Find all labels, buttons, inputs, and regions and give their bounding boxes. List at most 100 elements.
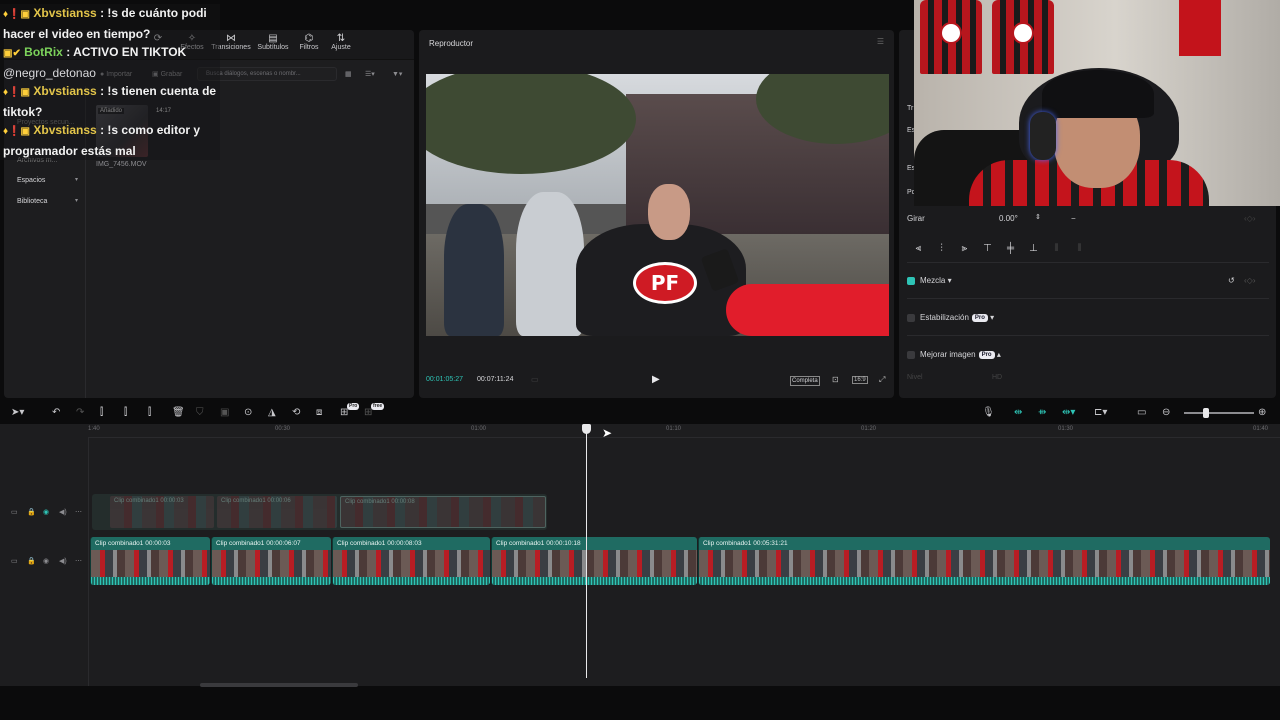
freeze-icon[interactable]: ▣ — [220, 407, 229, 418]
rotate-reset-icon[interactable]: − — [1071, 214, 1076, 223]
pro-badge: Pro — [347, 403, 360, 410]
fullscreen-icon[interactable]: ⤢ — [879, 375, 885, 385]
align-bottom-icon[interactable]: ⊥ — [1022, 243, 1045, 254]
rotate-label: Girar — [907, 214, 925, 223]
distribute-v-icon[interactable]: ⫴ — [1068, 243, 1091, 254]
clip-waveform — [333, 577, 490, 585]
keyframe-icon[interactable]: ‹◇› — [1244, 276, 1255, 285]
playhead[interactable] — [586, 428, 587, 678]
horizontal-scrollbar[interactable] — [200, 683, 358, 687]
lock-icon[interactable]: 🔒 — [27, 557, 36, 565]
snapshot-icon[interactable]: ⊡ — [832, 375, 839, 384]
overlay-clip[interactable]: Clip combinado1 00:00:03 — [110, 496, 214, 528]
ruler-tick: 01:10 — [666, 426, 682, 432]
enhance-toggle[interactable]: Mejorar imagen Pro ▴ — [907, 350, 1001, 359]
rotate-icon[interactable]: ⟲ — [292, 407, 300, 418]
distribute-h-icon[interactable]: ⫴ — [1045, 243, 1068, 254]
enhance-label: Mejorar imagen — [920, 350, 976, 359]
clip-frames — [212, 550, 331, 577]
align-left-icon[interactable]: ⫷ — [907, 243, 930, 254]
clip-label: Clip combinado1 00:00:08:03 — [337, 540, 422, 547]
microphone-icon[interactable]: 🎙 — [982, 407, 995, 418]
menu-icon[interactable]: ☰ — [877, 37, 884, 46]
zoom-out-icon[interactable]: ⊖ — [1162, 407, 1170, 418]
free-badge: free — [371, 403, 385, 410]
adjust-button[interactable]: ⇅ Ajuste — [319, 33, 363, 51]
clip-frames — [91, 550, 210, 577]
fit-mode-button[interactable]: Completa — [790, 376, 820, 386]
reset-icon[interactable]: ↺ — [1228, 276, 1235, 285]
rotate-input[interactable]: 0.00° — [999, 214, 1018, 223]
audio-icon[interactable]: ◀) — [59, 557, 67, 565]
ruler-tick: 01:20 — [861, 426, 877, 432]
main-clip[interactable]: Clip combinado1 00:00:06:07 — [211, 537, 331, 585]
video-preview[interactable]: PF — [426, 74, 889, 336]
lock-icon[interactable]: 🔒 — [27, 508, 36, 516]
align-top-icon[interactable]: ⊤ — [976, 243, 999, 254]
main-clip[interactable]: Clip combinado1 00:00:10:18 — [491, 537, 697, 585]
zoom-slider-handle[interactable] — [1203, 408, 1209, 418]
main-clip[interactable]: Clip combinado1 00:00:08:03 — [332, 537, 490, 585]
split-icon[interactable]: ⫿ — [100, 407, 103, 418]
split-right-icon[interactable]: ⫿ — [148, 407, 151, 418]
zoom-slider[interactable] — [1184, 412, 1254, 414]
audio-icon[interactable]: ◀) — [59, 508, 67, 516]
filter-icon[interactable]: ▼▾ — [388, 68, 406, 82]
snap-icon[interactable]: ⇻ — [1038, 407, 1046, 418]
chat-username: Xbvstianss — [33, 6, 97, 20]
align-right-icon[interactable]: ⫸ — [953, 243, 976, 254]
eye-icon[interactable]: ◉ — [43, 508, 49, 516]
redo-icon[interactable]: ↷ — [76, 407, 84, 418]
align-middle-icon[interactable]: ╪ — [999, 243, 1022, 254]
checkbox-unchecked[interactable] — [907, 350, 915, 359]
eye-icon[interactable]: ◉ — [43, 557, 49, 565]
link-clips-icon[interactable]: ⇹ — [1014, 407, 1022, 418]
track-cover-icon[interactable]: ▭ — [11, 508, 18, 516]
select-tool-icon[interactable]: ➤▾ — [11, 407, 24, 418]
chat-username: BotRix — [24, 45, 63, 59]
shield-icon[interactable]: ⛉ — [196, 407, 204, 418]
more-icon[interactable]: ⋯ — [75, 508, 82, 516]
timeline-panel: 1:40 00:30 01:00 01:10 01:20 01:30 01:40… — [0, 424, 1280, 686]
sidebar-item-library[interactable]: Biblioteca ▾ — [12, 194, 82, 209]
grid-view-icon[interactable]: ▦ — [341, 68, 356, 82]
align-center-icon[interactable]: ⫶ — [930, 243, 953, 254]
blend-toggle[interactable]: Mezcla ▾ — [907, 276, 952, 285]
current-timecode: 00:01:05:27 — [426, 376, 463, 383]
more-icon[interactable]: ⋯ — [75, 557, 82, 565]
clip-waveform — [91, 577, 210, 585]
checkbox-checked[interactable] — [907, 276, 915, 285]
hd-select[interactable]: HD — [992, 374, 1002, 381]
play-reverse-icon[interactable]: ⊙ — [244, 407, 252, 418]
thumb-filename: IMG_7456.MOV — [96, 161, 147, 168]
sidebar-item-spaces[interactable]: Espacios ▾ — [12, 173, 82, 188]
tool-label: Subtítulos — [257, 44, 289, 51]
blend-label: Mezcla — [920, 276, 946, 285]
caption-icon[interactable]: ▭ — [1137, 407, 1146, 418]
undo-icon[interactable]: ↶ — [52, 407, 60, 418]
track-options-icon[interactable]: ⊏▾ — [1094, 407, 1107, 418]
zoom-in-icon[interactable]: ⊕ — [1258, 407, 1266, 418]
timecode-toggle-icon[interactable]: ▭ — [531, 375, 539, 384]
track-cover-icon[interactable]: ▭ — [11, 557, 18, 565]
delete-icon[interactable]: 🗑 — [172, 407, 185, 418]
jersey-badge — [1012, 22, 1034, 44]
stepper-icon[interactable]: ⇕ — [1035, 213, 1041, 221]
stabilization-toggle[interactable]: Estabilización Pro ▾ — [907, 313, 994, 322]
split-left-icon[interactable]: ⫿ — [124, 407, 127, 418]
time-ruler[interactable]: 1:40 00:30 01:00 01:10 01:20 01:30 01:40 — [88, 424, 1280, 438]
main-clip[interactable]: Clip combinado1 00:00:03 — [90, 537, 210, 585]
chat-badges: ♦❗▣ — [3, 87, 31, 98]
checkbox-unchecked[interactable] — [907, 313, 915, 322]
main-clip[interactable]: Clip combinado1 00:05:31:21 — [698, 537, 1270, 585]
crop-icon[interactable]: ⧈ — [316, 407, 322, 418]
player-title: Reproductor — [429, 39, 474, 48]
overlay-clip[interactable]: Clip combinado1 00:00:06 — [217, 496, 337, 528]
keyframe-icon[interactable]: ‹◇› — [1244, 214, 1255, 223]
aspect-ratio-button[interactable]: 16:9 — [852, 376, 868, 384]
overlay-clip[interactable]: Clip combinado1 00:00:08 — [340, 496, 546, 528]
mirror-icon[interactable]: ◮ — [268, 407, 276, 418]
preview-axis-icon[interactable]: ⇹▾ — [1062, 407, 1075, 418]
sort-icon[interactable]: ☰▾ — [361, 68, 379, 82]
play-button[interactable]: ▶ — [652, 374, 660, 385]
